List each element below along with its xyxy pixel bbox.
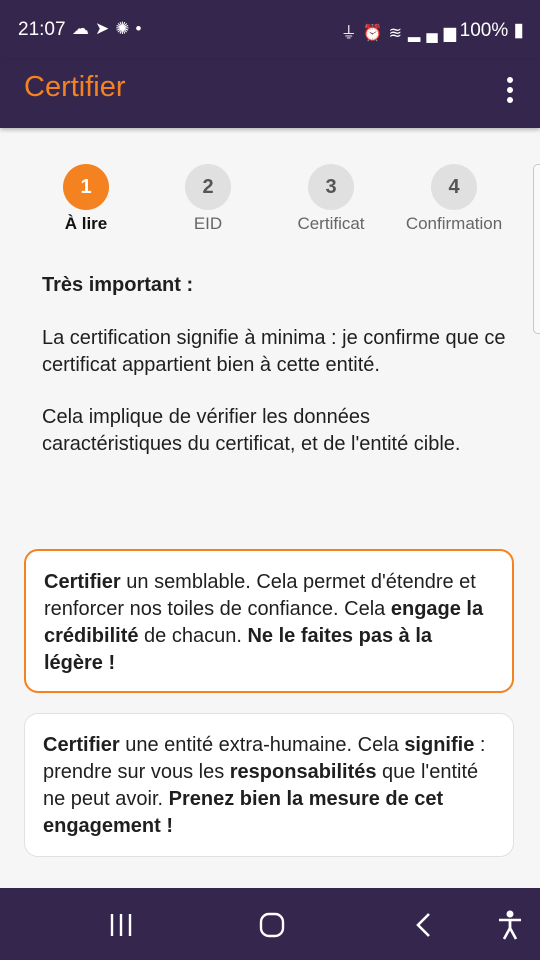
card-certify-peer[interactable]: Certifier un semblable. Cela permet d'ét… — [24, 549, 514, 693]
step-number: 2 — [185, 164, 231, 210]
card-bold-text: responsabilités — [229, 761, 377, 783]
intro-paragraph-2: Cela implique de vérifier les données ca… — [42, 406, 461, 455]
step-number: 4 — [431, 164, 477, 210]
battery-percent: 100% — [459, 20, 509, 41]
telegram-icon: ➤ — [95, 19, 116, 38]
card-text: de chacun. — [138, 625, 248, 647]
overflow-menu-icon[interactable] — [498, 74, 522, 103]
card-bold-text: Certifier — [43, 734, 120, 756]
step-read[interactable]: 1 À lire — [16, 164, 156, 234]
step-label: À lire — [64, 214, 108, 233]
cloud-icon: ☁ — [72, 19, 95, 38]
status-time: 21:07 — [18, 19, 66, 40]
app-bar: Certifier — [0, 60, 540, 128]
system-icons: ⏚⏰≋▂▄▆ — [341, 19, 462, 43]
card-bold-text: signifie — [404, 734, 475, 756]
intro-text: Très important : La certification signif… — [42, 272, 512, 483]
step-label: Certificat — [297, 214, 365, 233]
notification-icons: ☁➤✺• — [72, 19, 147, 39]
status-bar: 21:07 ☁➤✺• ⏚⏰≋▂▄▆ 100% ▮ — [0, 0, 540, 60]
dot-icon: • — [135, 19, 148, 38]
content-area[interactable]: 1 À lire 2 EID 3 Certificat 4 Confirmati… — [0, 128, 540, 888]
card-certify-entity[interactable]: Certifier une entité extra-humaine. Cela… — [24, 713, 514, 857]
signal-icon: ✺ — [115, 19, 136, 38]
battery-icon: ▮ — [513, 20, 524, 41]
home-icon[interactable] — [258, 911, 286, 939]
cell-signal-icon: ▂▄▆ — [408, 25, 462, 42]
page-title: Certifier — [24, 71, 126, 103]
intro-paragraph-1: La certification signifie à minima : je … — [42, 327, 506, 376]
back-icon[interactable] — [414, 912, 434, 938]
step-number: 1 — [63, 164, 109, 210]
usb-icon: ⏚ — [340, 25, 363, 42]
intro-heading: Très important : — [42, 274, 194, 296]
step-number: 3 — [308, 164, 354, 210]
recent-apps-icon[interactable] — [108, 912, 136, 938]
system-nav-bar — [0, 888, 540, 960]
step-confirmation[interactable]: 4 Confirmation — [384, 164, 524, 234]
step-certificate[interactable]: 3 Certificat — [261, 164, 401, 234]
alarm-icon: ⏰ — [362, 25, 389, 42]
step-label: Confirmation — [405, 214, 503, 233]
card-bold-text: Certifier — [44, 571, 121, 593]
step-eid[interactable]: 2 EID — [138, 164, 278, 234]
stepper: 1 À lire 2 EID 3 Certificat 4 Confirmati… — [0, 164, 540, 234]
battery-status: 100% ▮ — [460, 19, 524, 42]
card-text: une entité extra-humaine. Cela — [119, 734, 405, 756]
step-label: EID — [193, 214, 223, 233]
accessibility-icon[interactable] — [497, 910, 523, 940]
wifi-icon: ≋ — [388, 25, 409, 42]
